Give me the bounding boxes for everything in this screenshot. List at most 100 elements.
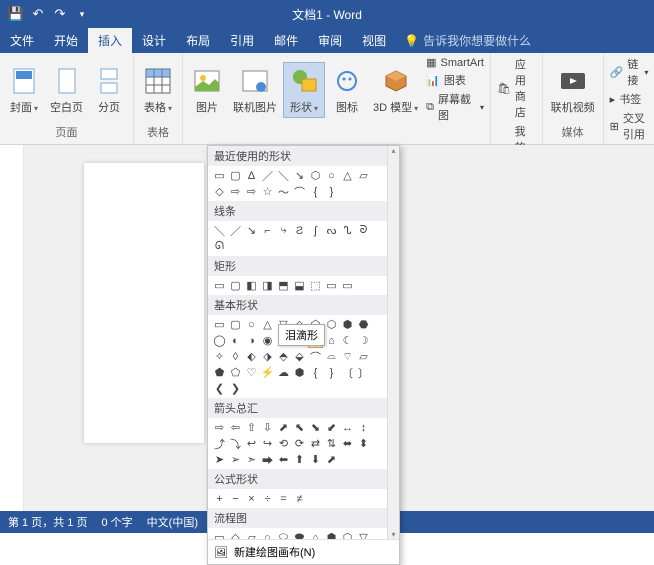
save-icon[interactable]: 💾 — [8, 6, 24, 22]
shape-item[interactable]: ▽ — [356, 530, 371, 539]
shape-item[interactable]: ⬡ — [324, 317, 339, 332]
tab-view[interactable]: 视图 — [352, 28, 396, 53]
shape-item[interactable]: ᘏ — [212, 239, 227, 254]
crossref-button[interactable]: ⊞交叉引用 — [608, 109, 651, 143]
shape-item[interactable]: ▭ — [212, 168, 227, 183]
shape-item[interactable]: ○ — [244, 317, 259, 332]
shape-item[interactable]: ⇄ — [308, 436, 323, 451]
shape-item[interactable]: ♡ — [244, 365, 259, 380]
shape-item[interactable]: ◐ — [228, 333, 243, 348]
shape-item[interactable]: ⇨ — [212, 420, 227, 435]
shape-item[interactable]: ▱ — [244, 530, 259, 539]
bookmark-button[interactable]: ▸书签 — [608, 90, 651, 108]
shape-item[interactable]: ▭ — [324, 278, 339, 293]
shape-item[interactable]: ⬘ — [276, 349, 291, 364]
shape-item[interactable]: ⇨ — [228, 184, 243, 199]
shape-item[interactable]: ∆ — [244, 168, 259, 183]
shape-item[interactable]: ▭ — [340, 278, 355, 293]
shape-item[interactable]: ⇦ — [228, 420, 243, 435]
shape-item[interactable]: } — [324, 365, 339, 380]
shape-item[interactable]: ⇩ — [260, 420, 275, 435]
shape-item[interactable]: ᘐ — [356, 223, 371, 238]
shape-item[interactable]: ▭ — [212, 278, 227, 293]
tab-insert[interactable]: 插入 — [88, 28, 132, 53]
shape-item[interactable]: 〔 — [340, 365, 355, 380]
shape-item[interactable]: ☁ — [276, 365, 291, 380]
shape-item[interactable]: ▭ — [212, 530, 227, 539]
shape-item[interactable]: ◑ — [244, 333, 259, 348]
shape-item[interactable]: ⬡ — [308, 168, 323, 183]
shape-item[interactable]: ⤷ — [276, 223, 291, 238]
shape-item[interactable]: ⌔ — [340, 349, 355, 364]
shape-item[interactable]: × — [244, 491, 259, 506]
shape-item[interactable]: ◉ — [260, 333, 275, 348]
shape-item[interactable]: { — [308, 184, 323, 199]
status-page[interactable]: 第 1 页，共 1 页 — [8, 514, 87, 530]
tab-references[interactable]: 引用 — [220, 28, 264, 53]
shape-item[interactable]: ⬓ — [292, 278, 307, 293]
shape-item[interactable]: ◯ — [212, 333, 227, 348]
shape-item[interactable]: ⬈ — [324, 452, 339, 467]
shape-item[interactable]: ⌂ — [324, 333, 339, 348]
shape-item[interactable]: ＼ — [276, 168, 291, 183]
shape-item[interactable]: ⬗ — [260, 349, 275, 364]
shape-item[interactable]: ⇧ — [244, 420, 259, 435]
tell-me-search[interactable]: 💡 告诉我你想要做什么 — [404, 32, 531, 49]
shape-item[interactable]: ↕ — [356, 420, 371, 435]
shape-item[interactable]: ⬟ — [212, 365, 227, 380]
shape-item[interactable]: △ — [340, 168, 355, 183]
pictures-button[interactable]: 图片 — [187, 63, 227, 117]
shape-item[interactable]: ⤵ — [228, 436, 243, 451]
shape-item[interactable]: ᔓ — [324, 223, 339, 238]
status-lang[interactable]: 中文(中国) — [147, 514, 198, 530]
shape-item[interactable]: △ — [260, 317, 275, 332]
shape-item[interactable]: ⬈ — [276, 420, 291, 435]
shape-item[interactable]: ／ — [228, 223, 243, 238]
scroll-up-icon[interactable]: ▴ — [388, 146, 399, 155]
shape-item[interactable]: ◇ — [212, 184, 227, 199]
shape-item[interactable]: ⌒ — [308, 349, 323, 364]
shape-item[interactable]: ⬣ — [356, 317, 371, 332]
shape-item[interactable]: Ƨ — [292, 223, 307, 238]
shape-item[interactable]: ◊ — [228, 349, 243, 364]
shape-item[interactable]: ◨ — [260, 278, 275, 293]
shape-item[interactable]: ○ — [324, 168, 339, 183]
shape-item[interactable]: ⬒ — [276, 278, 291, 293]
shape-item[interactable]: ☆ — [260, 184, 275, 199]
qat-dropdown-icon[interactable]: ▾ — [74, 6, 90, 22]
shape-item[interactable]: ↘ — [244, 223, 259, 238]
shape-item[interactable]: ᔐ — [340, 223, 355, 238]
shape-item[interactable]: + — [212, 491, 227, 506]
link-button[interactable]: 🔗链接▾ — [608, 55, 651, 89]
shape-item[interactable]: ⬢ — [292, 365, 307, 380]
shape-item[interactable]: ⌐ — [260, 223, 275, 238]
new-canvas-button[interactable]: 🖼 新建绘图画布(N) — [208, 539, 399, 564]
shapes-scrollbar[interactable]: ▴ ▾ — [387, 146, 399, 539]
shape-item[interactable]: ○ — [260, 530, 275, 539]
shape-item[interactable]: ⬡ — [340, 530, 355, 539]
chart-button[interactable]: 📊图表 — [424, 71, 486, 89]
shape-item[interactable]: ⬭ — [276, 530, 291, 539]
shape-item[interactable]: ⌒ — [292, 184, 307, 199]
tab-file[interactable]: 文件 — [0, 28, 44, 53]
shape-item[interactable]: ⟲ — [276, 436, 291, 451]
shape-item[interactable]: ↘ — [292, 168, 307, 183]
shape-item[interactable]: ▭ — [212, 317, 227, 332]
smartart-button[interactable]: ▦SmartArt — [424, 55, 486, 70]
shape-item[interactable]: ❯ — [228, 381, 243, 396]
shape-item[interactable]: ❮ — [212, 381, 227, 396]
shape-item[interactable]: ⚡ — [260, 365, 275, 380]
table-button[interactable]: 表格 — [138, 63, 178, 117]
tab-layout[interactable]: 布局 — [176, 28, 220, 53]
store-button[interactable]: 🛍应用商店 — [495, 55, 538, 121]
shape-item[interactable]: ⬖ — [244, 349, 259, 364]
shape-item[interactable]: ʃ — [308, 223, 323, 238]
shape-item[interactable]: ⬇ — [308, 452, 323, 467]
shape-item[interactable]: ⬚ — [308, 278, 323, 293]
shape-item[interactable]: ⬢ — [340, 317, 355, 332]
tab-design[interactable]: 设计 — [132, 28, 176, 53]
shape-item[interactable]: { — [308, 365, 323, 380]
shape-item[interactable]: ／ — [260, 168, 275, 183]
blank-page-button[interactable]: 空白页 — [46, 63, 87, 117]
shape-item[interactable]: ✧ — [212, 349, 227, 364]
